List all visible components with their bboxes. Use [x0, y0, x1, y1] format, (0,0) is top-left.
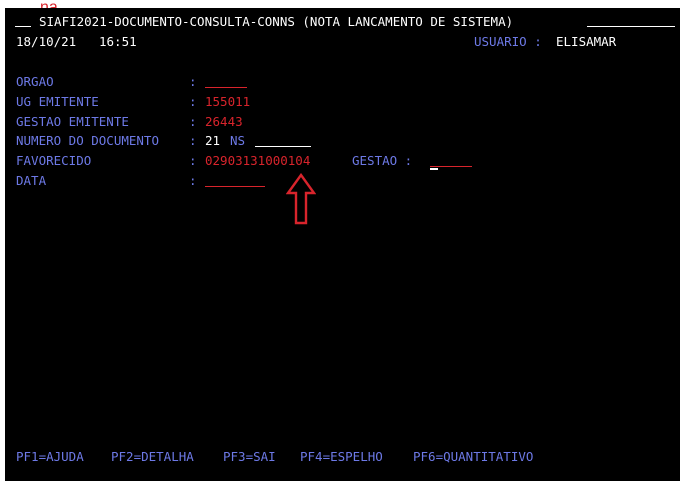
orgao-field-underline [205, 87, 247, 88]
pf4-key[interactable]: PF4=ESPELHO [300, 449, 383, 464]
numero-documento-label: NUMERO DO DOCUMENTO [16, 133, 159, 148]
current-time: 16:51 [99, 34, 137, 49]
pf1-key[interactable]: PF1=AJUDA [16, 449, 84, 464]
data-colon: : [189, 173, 197, 188]
pf3-key[interactable]: PF3=SAI [223, 449, 276, 464]
numero-documento-year: 21 [205, 133, 221, 148]
numero-documento-field[interactable] [255, 146, 311, 147]
cropped-heading-fragment: na [40, 0, 72, 8]
data-label: DATA [16, 173, 47, 188]
gestao-emitente-label: GESTAO EMITENTE [16, 114, 129, 129]
ug-emitente-colon: : [189, 94, 197, 109]
user-name: ELISAMAR [556, 34, 617, 49]
user-label: USUARIO : [474, 34, 542, 49]
numero-documento-type: NS [230, 133, 246, 148]
gestao-field-underline [430, 166, 472, 167]
header-underline-left [15, 26, 31, 27]
ug-emitente-label: UG EMITENTE [16, 94, 99, 109]
favorecido-label: FAVORECIDO [16, 153, 92, 168]
header-underline-right [587, 26, 675, 27]
terminal-screen: SIAFI2021-DOCUMENTO-CONSULTA-CONNS (NOTA… [5, 8, 680, 481]
gestao-emitente-field[interactable]: 26443 [205, 114, 243, 129]
orgao-colon: : [189, 74, 197, 89]
screen-title: SIAFI2021-DOCUMENTO-CONSULTA-CONNS (NOTA… [39, 14, 514, 29]
text-cursor [430, 168, 438, 170]
pf2-key[interactable]: PF2=DETALHA [111, 449, 194, 464]
orgao-label: ORGAO [16, 74, 54, 89]
ug-emitente-field[interactable]: 155011 [205, 94, 250, 109]
gestao-emitente-colon: : [189, 114, 197, 129]
gestao-label: GESTAO : [352, 153, 413, 168]
data-field-underline [205, 186, 265, 187]
favorecido-colon: : [189, 153, 197, 168]
pf6-key[interactable]: PF6=QUANTITATIVO [413, 449, 533, 464]
favorecido-field[interactable]: 02903131000104 [205, 153, 310, 168]
numero-documento-colon: : [189, 133, 197, 148]
up-arrow-icon [286, 173, 316, 225]
current-date: 18/10/21 [16, 34, 77, 49]
